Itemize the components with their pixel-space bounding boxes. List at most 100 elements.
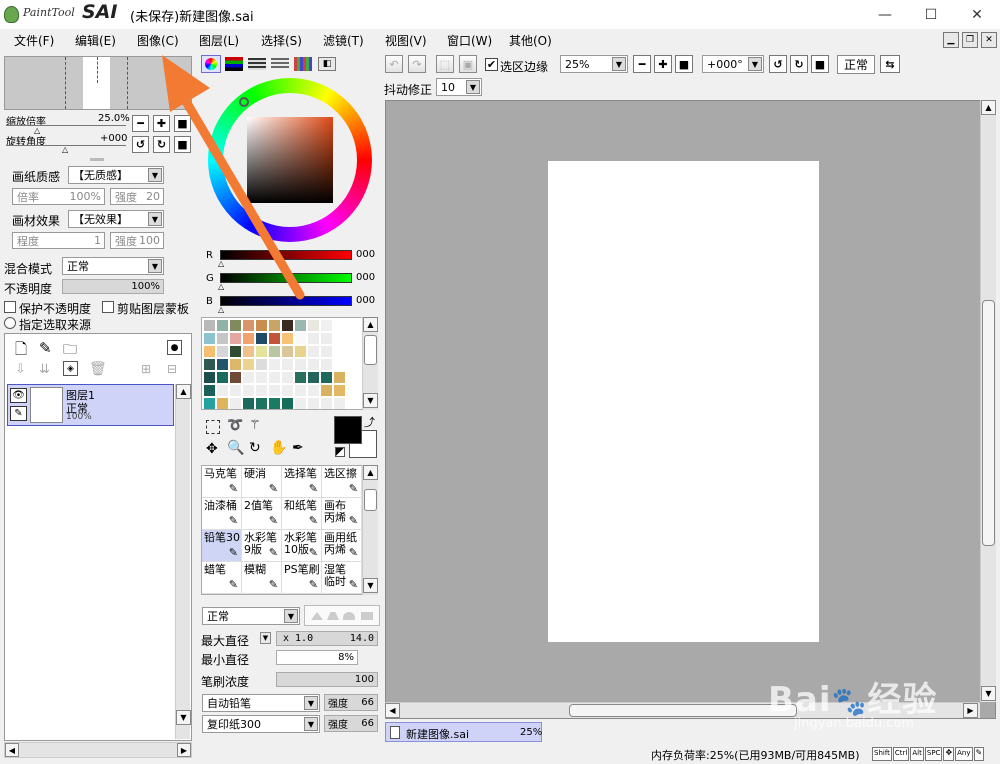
color-swatch[interactable]	[269, 359, 280, 370]
canvas-zoom-select[interactable]: 25% ▼	[560, 55, 628, 73]
protect-opacity-checkbox[interactable]	[4, 301, 16, 313]
color-swatch[interactable]	[243, 398, 254, 409]
mdi-restore-button[interactable]: ❐	[962, 32, 978, 48]
color-swatch[interactable]	[334, 333, 345, 344]
undo-button[interactable]: ↶	[385, 55, 403, 73]
rotate-icon[interactable]: ↻	[249, 440, 261, 456]
density-slider[interactable]: 100	[276, 672, 378, 687]
color-swatch[interactable]	[282, 333, 293, 344]
color-swatch[interactable]	[204, 333, 215, 344]
new-folder-icon[interactable]: 🗀	[63, 339, 77, 363]
color-swatch[interactable]	[308, 398, 319, 409]
color-swatch[interactable]	[230, 346, 241, 357]
tool-slot[interactable]: 和纸笔 ✎	[282, 498, 322, 530]
color-swatch[interactable]	[334, 359, 345, 370]
scratchpad-tab-icon[interactable]: ◧	[318, 57, 336, 71]
color-swatch[interactable]	[217, 385, 228, 396]
color-swatch[interactable]	[295, 385, 306, 396]
color-swatch[interactable]	[217, 320, 228, 331]
rotate-slider-thumb[interactable]: △	[62, 145, 68, 154]
brush-shape-presets[interactable]	[304, 605, 380, 626]
color-swatch[interactable]	[269, 398, 280, 409]
swatch-scroll-thumb[interactable]	[364, 335, 377, 365]
selection-source-radio[interactable]	[4, 317, 16, 329]
canvas-rotate-right-button[interactable]: ↻	[790, 55, 808, 73]
redo-button[interactable]: ↷	[408, 55, 426, 73]
layer-h-scrollbar[interactable]: ◀ ▶	[4, 742, 192, 758]
color-swatch[interactable]	[334, 398, 345, 409]
lasso-icon[interactable]: ➰	[227, 418, 243, 433]
color-swatch[interactable]	[321, 346, 332, 357]
color-swatch[interactable]	[243, 346, 254, 357]
tool-scrollbar[interactable]: ▲ ▼	[362, 465, 378, 595]
color-swatch[interactable]	[204, 398, 215, 409]
color-swatch[interactable]	[256, 398, 267, 409]
scroll-left-icon[interactable]: ◀	[385, 703, 400, 718]
stabilizer-select[interactable]: 10 ▼	[436, 78, 482, 96]
scroll-down-icon[interactable]: ▼	[363, 393, 378, 408]
color-swatch[interactable]	[230, 372, 241, 383]
color-swatch[interactable]	[256, 320, 267, 331]
menu-file[interactable]: 文件(F)	[14, 32, 54, 49]
canvas-rotate-left-button[interactable]: ↺	[769, 55, 787, 73]
canvas-viewport[interactable]	[385, 100, 996, 719]
color-swatch[interactable]	[204, 372, 215, 383]
tool-slot[interactable]: 铅笔30 ✎	[202, 530, 242, 562]
color-swatch[interactable]	[334, 372, 345, 383]
canvas-h-scroll-thumb[interactable]	[569, 704, 797, 717]
zoom-icon[interactable]: 🔍	[227, 440, 244, 456]
tool-slot[interactable]: 2值笔 ✎	[242, 498, 282, 530]
flip-horizontal-button[interactable]: ⇆	[880, 55, 900, 73]
color-swatch[interactable]	[204, 346, 215, 357]
color-swatch[interactable]	[256, 346, 267, 357]
color-swatch[interactable]	[321, 320, 332, 331]
selection-edge-checkbox[interactable]: ✔	[485, 58, 498, 71]
close-button[interactable]: ✕	[954, 0, 1000, 29]
max-diameter-slider[interactable]: x 1.0 14.0	[276, 631, 378, 646]
scroll-up-icon[interactable]: ▲	[363, 465, 378, 480]
canvas-rotate-reset-button[interactable]: ■	[811, 55, 829, 73]
color-swatch[interactable]	[282, 385, 293, 396]
scroll-down-icon[interactable]: ▼	[363, 578, 378, 593]
menu-other[interactable]: 其他(O)	[509, 32, 552, 49]
scroll-down-icon[interactable]: ▼	[981, 686, 996, 701]
zoom-out-button[interactable]: ━	[132, 115, 149, 132]
color-swatch[interactable]	[282, 359, 293, 370]
swatch-grid[interactable]	[201, 317, 363, 410]
canvas-paper[interactable]	[548, 161, 819, 642]
color-swatch[interactable]	[204, 359, 215, 370]
color-swatch[interactable]	[269, 372, 280, 383]
menu-filter[interactable]: 滤镜(T)	[323, 32, 364, 49]
new-linework-layer-icon[interactable]: ✎	[39, 339, 52, 357]
clip-group-checkbox[interactable]	[102, 301, 114, 313]
invert-selection-button[interactable]: ▣	[459, 55, 477, 73]
color-swatch[interactable]	[243, 372, 254, 383]
color-swatch[interactable]	[230, 333, 241, 344]
scroll-down-icon[interactable]: ▼	[176, 710, 191, 725]
tool-slot[interactable]: 湿笔 临时 ✎	[322, 562, 362, 594]
color-swatch[interactable]	[282, 320, 293, 331]
color-swatch[interactable]	[282, 346, 293, 357]
canvas-zoom-out-button[interactable]: ━	[633, 55, 651, 73]
magic-wand-icon[interactable]: ⚚	[249, 418, 261, 433]
tool-slot[interactable]: 选择笔 ✎	[282, 466, 322, 498]
new-layer-icon[interactable]: 🗋	[15, 339, 27, 364]
menu-view[interactable]: 视图(V)	[385, 32, 427, 49]
color-swatch[interactable]	[217, 346, 228, 357]
color-swatch[interactable]	[230, 320, 241, 331]
brush-shape-select[interactable]: 自动铅笔 ▼	[202, 694, 320, 712]
scroll-right-icon[interactable]: ▶	[963, 703, 978, 718]
color-swatch[interactable]	[269, 333, 280, 344]
menu-image[interactable]: 图像(C)	[137, 32, 179, 49]
color-swatch[interactable]	[321, 398, 332, 409]
color-swatch[interactable]	[282, 372, 293, 383]
color-swatch[interactable]	[282, 398, 293, 409]
maximize-button[interactable]: ☐	[908, 0, 954, 29]
color-swatch[interactable]	[295, 320, 306, 331]
tool-scroll-thumb[interactable]	[364, 489, 377, 511]
color-swatch[interactable]	[256, 333, 267, 344]
chevron-down-icon[interactable]: ▼	[260, 632, 271, 644]
min-diameter-slider[interactable]: 8%	[276, 650, 358, 665]
rect-select-icon[interactable]	[206, 420, 220, 434]
zoom-slider-track[interactable]	[6, 125, 126, 126]
